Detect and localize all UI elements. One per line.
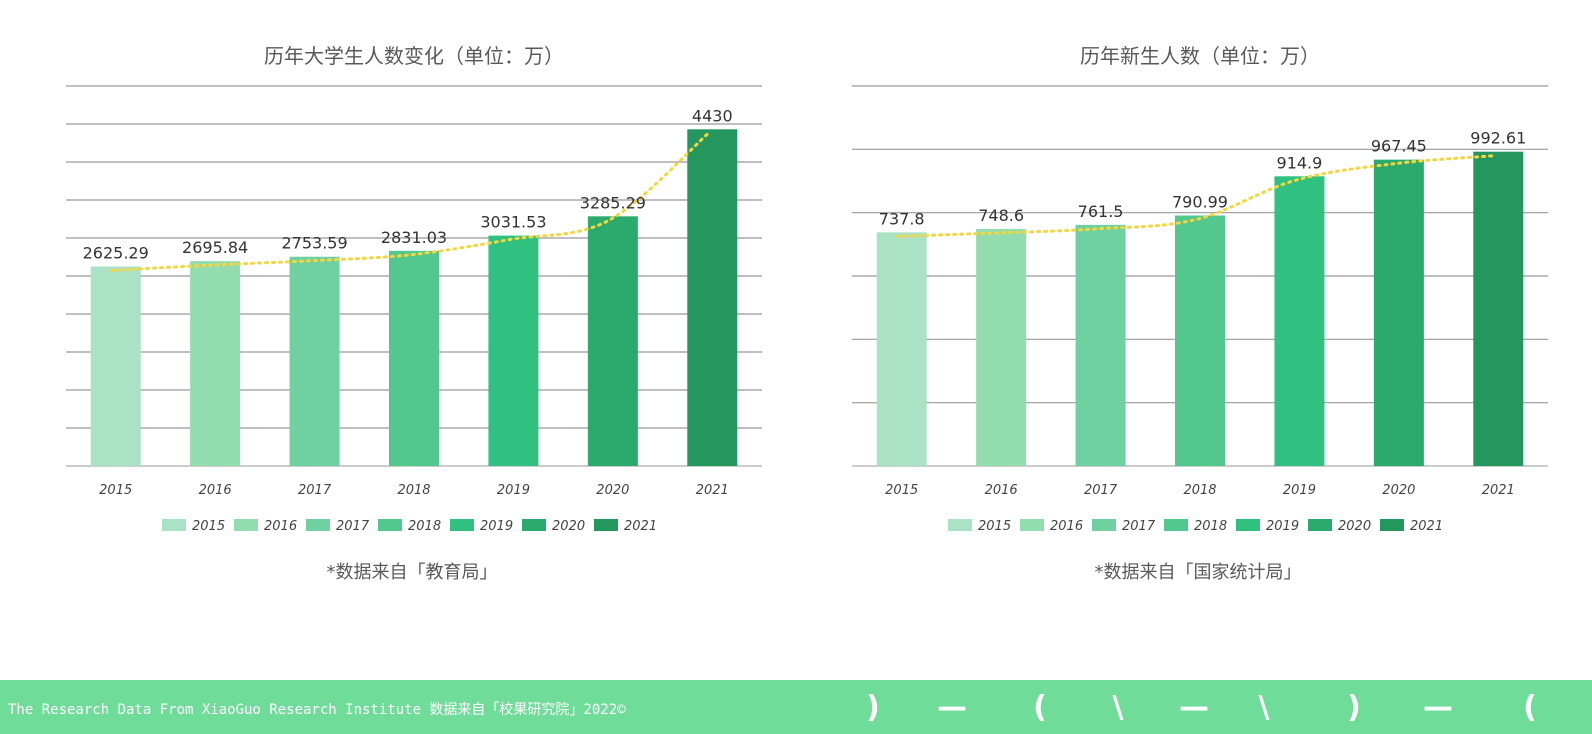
bar-2016 bbox=[976, 228, 1027, 466]
chart-new-students: 历年新生人数（单位：万） 737.8 748.6 761.5 790.99 914.9 96… bbox=[852, 44, 1548, 583]
x-tick-label: 2019 bbox=[497, 483, 530, 498]
deco-glyph: ( bbox=[1523, 689, 1537, 725]
source-note: *数据来自「教育局」 bbox=[327, 562, 498, 583]
bar-2017 bbox=[289, 256, 340, 466]
legend-label: 2016 bbox=[1050, 519, 1083, 534]
data-label: 748.6 bbox=[978, 206, 1024, 225]
legend-label: 2018 bbox=[1194, 519, 1227, 534]
data-label: 2695.84 bbox=[182, 238, 248, 257]
bar-2017 bbox=[1075, 224, 1126, 466]
legend-label: 2015 bbox=[192, 519, 225, 534]
x-tick-label: 2016 bbox=[199, 483, 232, 498]
data-label: 992.61 bbox=[1470, 129, 1526, 148]
data-label: 737.8 bbox=[879, 209, 925, 228]
x-tick-label: 2020 bbox=[1382, 483, 1415, 498]
bar-2020 bbox=[587, 216, 638, 466]
legend-swatch bbox=[162, 519, 186, 531]
x-tick-label: 2020 bbox=[596, 483, 629, 498]
legend-swatch bbox=[594, 519, 618, 531]
legend-swatch bbox=[306, 519, 330, 531]
legend-label: 2017 bbox=[336, 519, 370, 534]
x-tick-label: 2017 bbox=[1084, 483, 1118, 498]
bar-2020 bbox=[1373, 159, 1424, 466]
x-tick-label: 2019 bbox=[1283, 483, 1316, 498]
legend-swatch bbox=[1236, 519, 1260, 531]
x-tick-label: 2021 bbox=[1482, 483, 1515, 498]
x-tick-label: 2015 bbox=[99, 483, 132, 498]
bar-2015 bbox=[876, 232, 927, 466]
data-label: 2625.29 bbox=[83, 243, 149, 262]
legend-label: 2020 bbox=[552, 519, 585, 534]
footer-text: The Research Data From XiaoGuo Research … bbox=[8, 702, 626, 718]
deco-glyph: ) bbox=[1347, 689, 1361, 725]
deco-glyph: ( bbox=[1033, 689, 1047, 725]
legend-label: 2021 bbox=[624, 519, 657, 534]
legend-label: 2020 bbox=[1338, 519, 1371, 534]
data-label: 4430 bbox=[692, 106, 733, 125]
bar-2018 bbox=[1175, 215, 1225, 466]
deco-glyph: — bbox=[1179, 689, 1209, 725]
x-tick-label: 2018 bbox=[397, 483, 430, 498]
legend-swatch bbox=[450, 519, 474, 531]
chart-students-total: 历年大学生人数变化（单位：万） 2625.29 2695.84 2753.59 2831… bbox=[66, 44, 762, 583]
legend-label: 2019 bbox=[480, 519, 513, 534]
footer-bar: The Research Data From XiaoGuo Research … bbox=[0, 680, 1592, 734]
legend-swatch bbox=[234, 519, 258, 531]
chart-title: 历年新生人数（单位：万） bbox=[1080, 44, 1320, 68]
legend-label: 2021 bbox=[1410, 519, 1443, 534]
bar-2019 bbox=[488, 235, 539, 466]
legend-swatch bbox=[948, 519, 972, 531]
deco-glyph: ) bbox=[866, 689, 880, 725]
deco-glyph: — bbox=[937, 689, 967, 725]
data-label: 2831.03 bbox=[381, 228, 447, 247]
data-label: 967.45 bbox=[1371, 137, 1427, 156]
x-tick-label: 2017 bbox=[298, 483, 332, 498]
bar-2019 bbox=[1274, 176, 1325, 466]
bar-2021 bbox=[1473, 151, 1524, 466]
bar-2021 bbox=[687, 129, 738, 466]
legend-label: 2019 bbox=[1266, 519, 1299, 534]
legend-label: 2015 bbox=[978, 519, 1011, 534]
legend-label: 2016 bbox=[264, 519, 297, 534]
bar-2016 bbox=[190, 261, 241, 466]
data-label: 790.99 bbox=[1172, 193, 1228, 212]
x-tick-label: 2021 bbox=[696, 483, 729, 498]
legend-swatch bbox=[1380, 519, 1404, 531]
legend-swatch bbox=[1164, 519, 1188, 531]
data-label: 2753.59 bbox=[281, 234, 347, 253]
chart-title: 历年大学生人数变化（单位：万） bbox=[264, 44, 564, 68]
bar-2018 bbox=[389, 250, 439, 466]
deco-glyph: \ bbox=[1258, 689, 1270, 725]
x-tick-label: 2018 bbox=[1183, 483, 1216, 498]
x-tick-label: 2016 bbox=[985, 483, 1018, 498]
data-label: 3031.53 bbox=[480, 213, 546, 232]
x-tick-label: 2015 bbox=[885, 483, 918, 498]
deco-glyph: — bbox=[1423, 689, 1453, 725]
legend-swatch bbox=[378, 519, 402, 531]
bar-2015 bbox=[90, 266, 141, 466]
data-label: 761.5 bbox=[1078, 202, 1124, 221]
legend-swatch bbox=[522, 519, 546, 531]
legend-label: 2018 bbox=[408, 519, 441, 534]
source-note: *数据来自「国家统计局」 bbox=[1095, 562, 1302, 583]
legend-swatch bbox=[1092, 519, 1116, 531]
deco-glyph: \ bbox=[1112, 689, 1124, 725]
data-label: 3285.29 bbox=[580, 193, 646, 212]
legend-swatch bbox=[1308, 519, 1332, 531]
legend-label: 2017 bbox=[1122, 519, 1156, 534]
data-label: 914.9 bbox=[1277, 153, 1323, 172]
legend-swatch bbox=[1020, 519, 1044, 531]
